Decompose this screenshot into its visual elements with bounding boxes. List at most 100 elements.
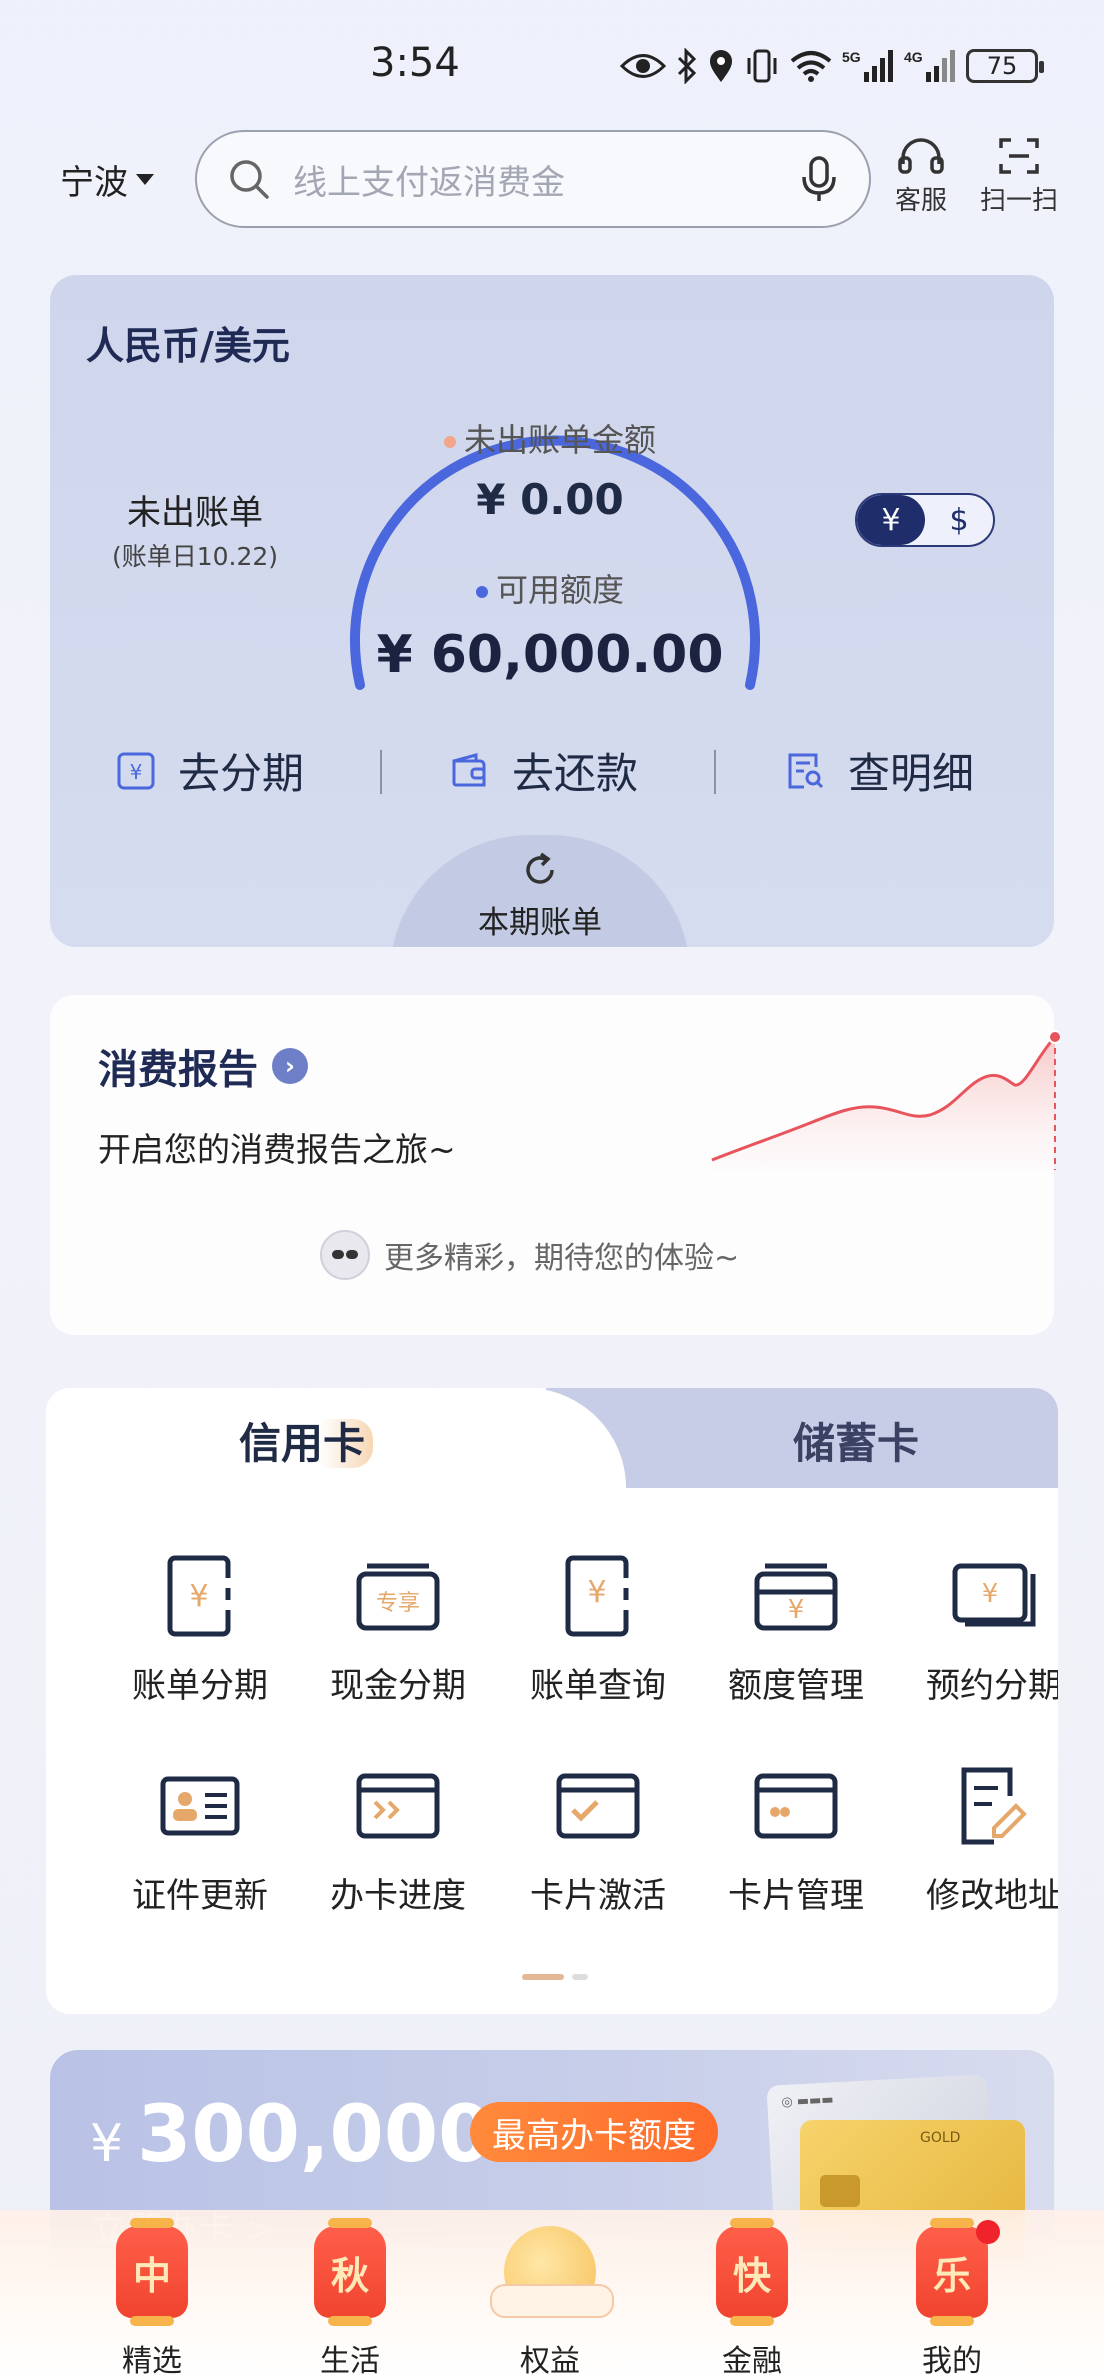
tab-credit-card[interactable]: 信用卡 <box>46 1410 566 1471</box>
location-icon <box>710 50 732 82</box>
wallet-icon <box>452 752 486 786</box>
credit-summary-card: 人民币/美元 未出账单 (账单日10.22) 未出账单金额 ¥ 0.00 可用额… <box>50 275 1054 947</box>
grid-item-limit-manage[interactable]: ¥ 额度管理 <box>696 1548 896 1707</box>
customer-service-label: 客服 <box>895 186 948 216</box>
customer-service-button[interactable]: 客服 <box>895 136 947 217</box>
unbilled-amount-label: 未出账单金额 <box>300 415 800 461</box>
status-time: 3:54 <box>370 40 460 86</box>
view-details-button[interactable]: 查明细 <box>786 740 974 801</box>
status-icons: 5G 4G 75 <box>620 44 1044 88</box>
grid-item-reserve-installment[interactable]: ¥ 预约分期 <box>894 1548 1058 1707</box>
headset-icon <box>898 138 944 174</box>
vibrate-icon <box>747 49 777 83</box>
svg-text:¥: ¥ <box>587 1575 606 1610</box>
promo-amount: ¥300,000 <box>90 2090 493 2180</box>
currency-cny-option[interactable]: ¥ <box>857 495 925 545</box>
eye-icon <box>620 54 666 78</box>
bill-status-label: 未出账单 <box>127 493 263 533</box>
currency-toggle[interactable]: ¥ $ <box>855 493 995 547</box>
unbilled-dot <box>443 436 456 448</box>
grid-item-cash-installment[interactable]: 专享 现金分期 <box>298 1548 498 1707</box>
caret-down-icon <box>136 174 154 185</box>
city-selector[interactable]: 宁波 <box>60 155 154 204</box>
battery-indicator: 75 <box>966 49 1044 83</box>
search-placeholder: 线上支付返消费金 <box>293 162 565 203</box>
chevron-right-icon: › <box>272 1048 308 1084</box>
go-installment-label: 去分期 <box>178 749 305 798</box>
page-indicator <box>522 1974 588 1980</box>
currency-usd-option[interactable]: $ <box>925 495 993 545</box>
detail-search-icon <box>788 753 824 788</box>
svg-text:¥: ¥ <box>130 760 143 784</box>
card-manage-icon <box>754 1773 838 1839</box>
nav-benefits[interactable]: 权益 <box>450 2210 650 2376</box>
cash-installment-icon: 专享 <box>356 1563 440 1631</box>
search-bar[interactable]: 线上支付返消费金 <box>195 130 871 228</box>
report-more-hint: 更多精彩，期待您的体验~ <box>320 1230 739 1280</box>
page-dot <box>572 1974 588 1980</box>
notification-badge <box>976 2220 1000 2244</box>
edit-address-icon <box>961 1767 1027 1845</box>
go-installment-button[interactable]: ¥ 去分期 <box>116 740 304 801</box>
moon-icon <box>490 2226 614 2318</box>
bluetooth-icon <box>677 48 697 84</box>
card-chip-icon <box>820 2175 860 2207</box>
unbilled-amount: ¥ 0.00 <box>476 475 624 524</box>
bank-logo-icon: ◎ ▬▬▬ <box>780 2092 835 2111</box>
svg-text:4G: 4G <box>904 49 923 65</box>
limit-manage-icon: ¥ <box>754 1563 838 1631</box>
svg-text:¥: ¥ <box>982 1579 999 1609</box>
grid-item-bill-installment[interactable]: ¥ 账单分期 <box>100 1548 300 1707</box>
search-icon <box>230 160 269 199</box>
grid-item-card-manage[interactable]: 卡片管理 <box>696 1758 896 1917</box>
currency-title: 人民币/美元 <box>86 324 290 368</box>
lantern-icon: 中 <box>116 2218 188 2326</box>
current-bill-label: 本期账单 <box>478 905 602 941</box>
city-label: 宁波 <box>60 163 128 203</box>
nav-finance[interactable]: 快 金融 <box>652 2210 852 2376</box>
bottom-navigation: 中 精选 秋 生活 权益 快 金融 乐 我的 <box>0 2210 1104 2376</box>
available-dot <box>475 586 488 598</box>
spending-report-card[interactable]: 消费报告 › 开启您的消费报告之旅~ 更多精彩，期待您的体验~ <box>50 995 1060 1335</box>
bill-query-icon: ¥ <box>565 1555 629 1637</box>
tab-debit-card[interactable]: 储蓄卡 <box>606 1410 1058 1471</box>
installment-icon: ¥ <box>117 752 155 789</box>
action-divider <box>714 750 716 794</box>
report-title[interactable]: 消费报告 › <box>98 1037 308 1095</box>
svg-text:¥: ¥ <box>189 1579 208 1614</box>
grid-item-edit-address[interactable]: 修改地址 <box>894 1758 1058 1917</box>
available-limit-amount: ¥ 60,000.00 <box>376 625 724 685</box>
apply-progress-icon <box>356 1773 440 1839</box>
grid-item-bill-query[interactable]: ¥ 账单查询 <box>498 1548 698 1707</box>
reserve-installment-icon: ¥ <box>952 1563 1036 1627</box>
id-update-icon <box>160 1776 240 1836</box>
nav-life[interactable]: 秋 生活 <box>250 2210 450 2376</box>
microphone-icon[interactable] <box>799 155 839 203</box>
report-subtitle: 开启您的消费报告之旅~ <box>98 1130 456 1169</box>
signal-5g-icon: 5G <box>842 49 893 82</box>
bill-installment-icon: ¥ <box>167 1555 231 1637</box>
refresh-icon <box>526 852 554 884</box>
grid-item-apply-progress[interactable]: 办卡进度 <box>298 1758 498 1917</box>
signal-4g-icon: 4G <box>904 49 955 82</box>
go-repay-button[interactable]: 去还款 <box>450 740 638 801</box>
lantern-icon: 快 <box>716 2218 788 2326</box>
wifi-icon <box>790 51 832 82</box>
spending-trend-sparkline <box>711 1030 1060 1170</box>
go-repay-label: 去还款 <box>512 749 639 798</box>
scan-button[interactable]: 扫一扫 <box>980 136 1058 217</box>
scan-icon <box>999 138 1039 174</box>
card-services-panel: 信用卡 储蓄卡 ¥ 账单分期 专享 现金分期 ¥ 账单查询 ¥ 额度管理 ¥ 预… <box>46 1388 1058 2014</box>
svg-text:专享: 专享 <box>376 1591 420 1616</box>
svg-text:5G: 5G <box>842 49 861 65</box>
action-divider <box>380 750 382 794</box>
scan-label: 扫一扫 <box>980 186 1059 216</box>
grid-item-card-activate[interactable]: 卡片激活 <box>498 1758 698 1917</box>
bill-date: (账单日10.22) <box>111 542 279 571</box>
nav-featured[interactable]: 中 精选 <box>52 2210 252 2376</box>
grid-item-id-update[interactable]: 证件更新 <box>100 1758 300 1917</box>
lantern-icon: 乐 <box>916 2218 988 2326</box>
view-details-label: 查明细 <box>848 749 975 798</box>
card-activate-icon <box>556 1773 640 1839</box>
nav-mine[interactable]: 乐 我的 <box>852 2210 1052 2376</box>
